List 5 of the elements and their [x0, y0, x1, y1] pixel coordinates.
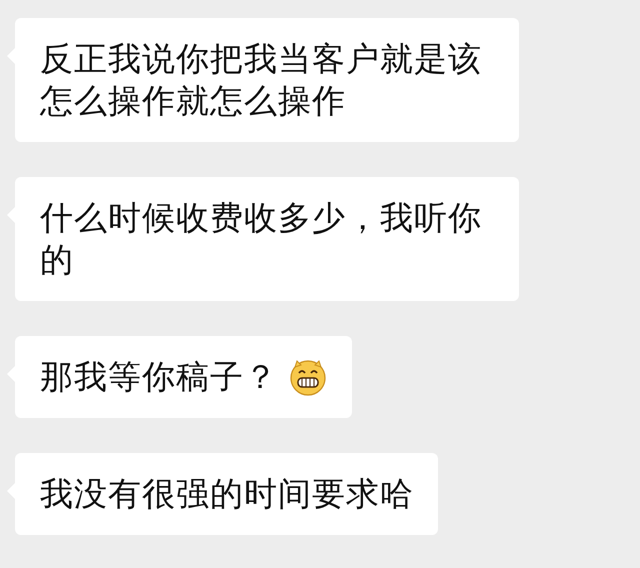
grin-emoji-icon	[288, 357, 328, 397]
message-text: 那我等你稿子？	[40, 357, 278, 397]
message-text: 反正我说你把我当客户就是该怎么操作就怎么操作	[40, 39, 483, 121]
message-text: 什么时候收费收多少，我听你的	[40, 198, 483, 280]
message-text: 我没有很强的时间要求哈	[40, 474, 414, 514]
